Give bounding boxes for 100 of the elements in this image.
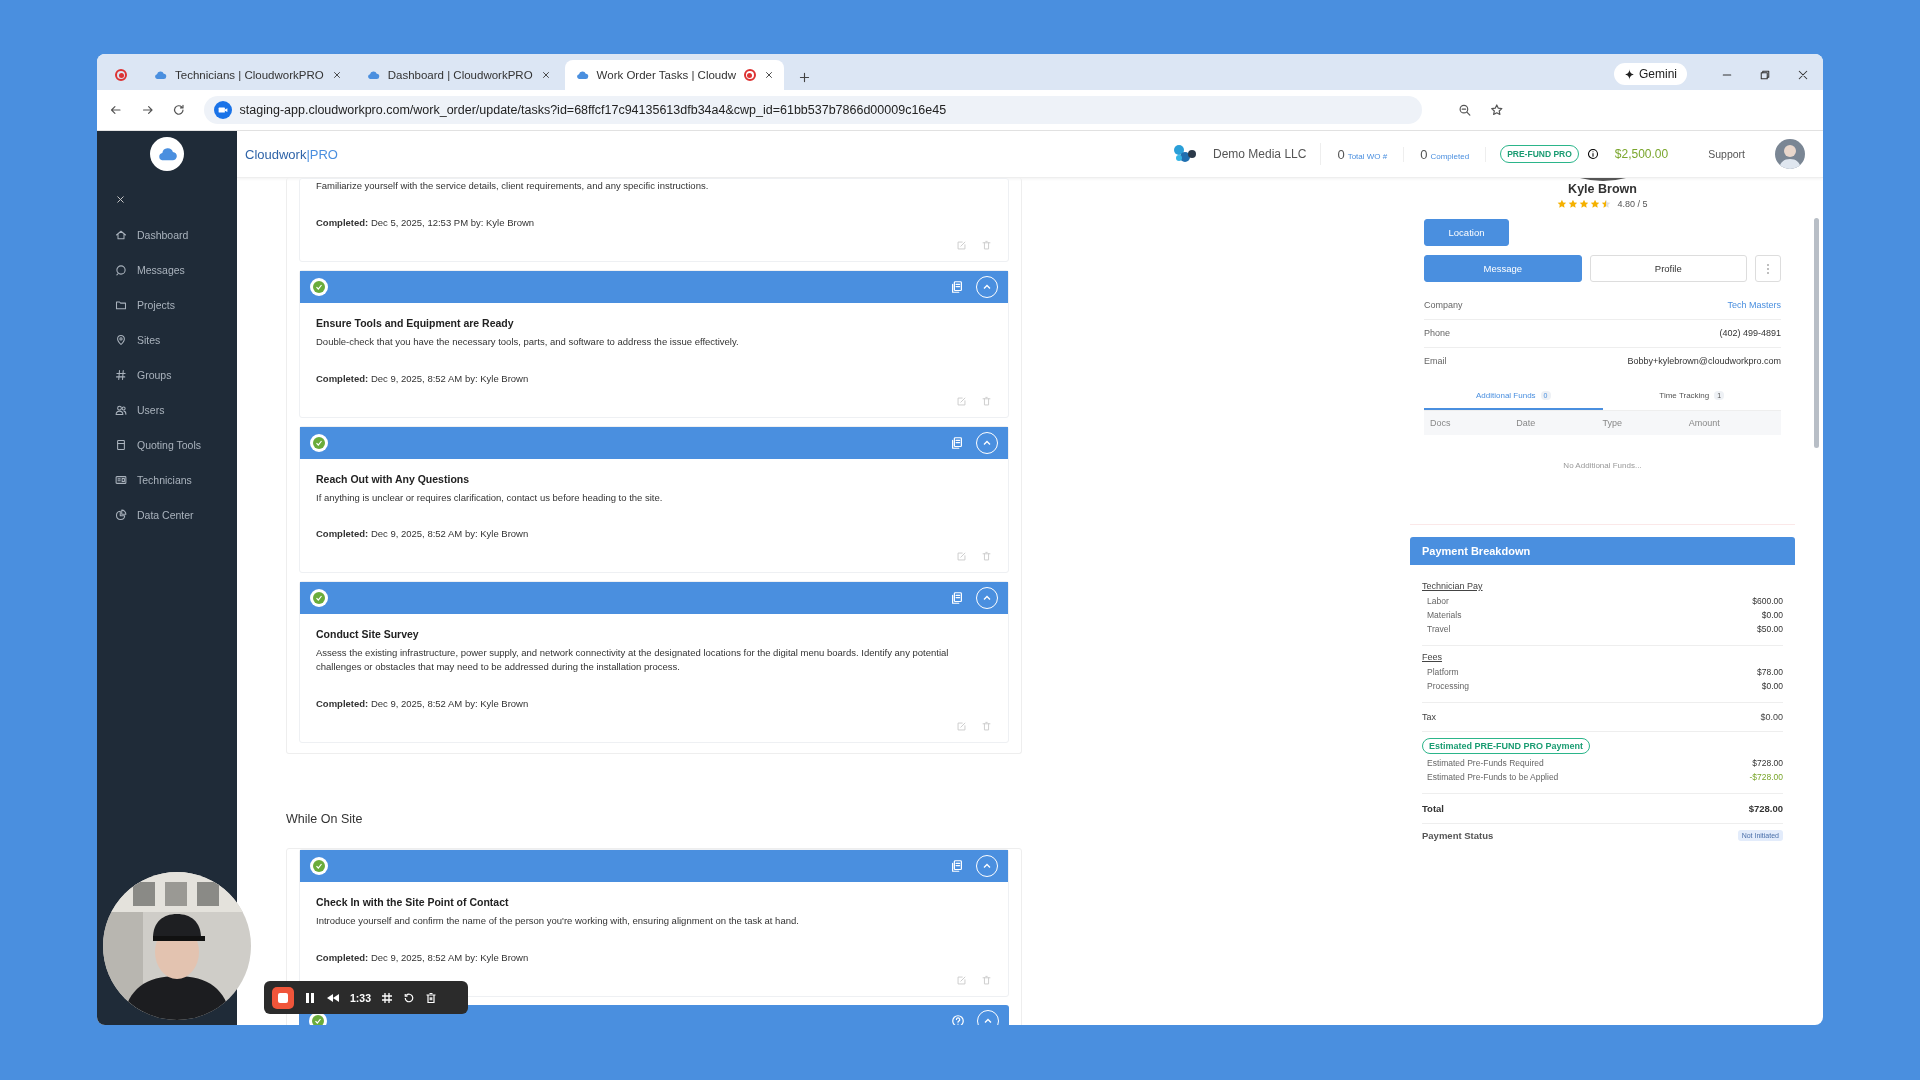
company-link[interactable]: Tech Masters [1727,300,1781,310]
line-item-amount: $728.00 [1752,758,1783,768]
sidebar-item[interactable]: Sites [97,322,237,357]
scrollbar-thumb[interactable] [1814,218,1819,448]
completed-text: Completed: Dec 9, 2025, 8:52 AM by: Kyle Brown [316,372,530,384]
status-label: Payment Status [1422,830,1494,841]
gemini-button[interactable]: Gemini [1614,63,1687,85]
edit-icon [956,974,967,986]
sidebar-item[interactable]: Dashboard [97,217,237,252]
total-label: Total [1422,803,1444,814]
tax-amount: $0.00 [1760,712,1783,722]
stat-label: Completed [1430,151,1470,161]
check-icon[interactable] [310,433,328,452]
trash-icon [981,974,992,986]
completed-text: Completed: Dec 9, 2025, 8:52 AM by: Kyle Brown [316,951,530,963]
line-item-label: Estimated Pre-Funds Required [1427,758,1544,768]
line-item-amount: -$728.00 [1749,772,1783,782]
technician-name: Kyle Brown [1568,182,1637,196]
browser-tab[interactable]: Work Order Tasks | Cloudw [564,60,784,90]
delete-button[interactable] [425,991,437,1004]
line-item-label: Labor [1427,596,1449,606]
group-heading: Fees [1422,652,1442,662]
task-description: Familiarize yourself with the service details, client requirements, and any specific instructions. [316,179,710,193]
close-icon [115,194,126,205]
edit-icon [956,239,967,251]
line-item-amount: $0.00 [1761,681,1783,691]
back-icon [109,103,123,117]
line-item-amount: $600.00 [1752,596,1783,606]
brand-logo[interactable]: Cloudwork|PRO [245,146,338,162]
task-description: Double-check that you have the necessary tools, parts, and software to address the issue effectively. [316,334,740,349]
task-description: Introduce yourself and confirm the name of the person you're working with, ensuring alignment on the task at hand. [316,913,800,928]
copy-icon [950,858,964,873]
sidebar-item[interactable]: Data Center [97,497,237,532]
sidebar-item[interactable]: Users [97,392,237,427]
restore-icon [1759,69,1771,81]
group-heading: Technician Pay [1422,581,1483,591]
info-icon [1586,148,1599,160]
avatar-icon[interactable] [1775,139,1805,169]
chat-icon [115,263,127,276]
stop-button[interactable] [272,986,294,1009]
zoom-icon [1458,103,1472,117]
browser-tab[interactable]: Technicians | CloudworkPRO [143,60,352,90]
line-item-label: Travel [1427,624,1451,634]
close-icon [331,70,342,80]
copy-icon [950,279,964,294]
info-value: Bobby+kylebrown@cloudworkpro.com [1627,356,1781,366]
calculator-icon [115,438,127,451]
new-tab-icon [797,71,811,84]
restart-button[interactable] [403,991,415,1004]
sidebar-item[interactable]: Messages [97,252,237,287]
trash-icon [981,720,992,732]
recording-icon [115,69,127,81]
grid-button[interactable] [381,991,393,1004]
trash-icon [981,551,992,563]
line-item-amount: $78.00 [1757,667,1783,677]
pause-button[interactable] [304,991,316,1004]
id-card-icon [115,473,127,486]
address-bar[interactable]: staging-app.cloudworkpro.com/work_order/update/tasks?id=68ffcf17c94135613dfb34a4&cwp_id=61bb537b7866d00009c16e45 [203,96,1422,124]
camera-icon [213,101,232,119]
task-title: Conduct Site Survey [316,628,420,641]
browser-tab[interactable]: Dashboard | CloudworkPRO [355,60,561,90]
line-item-amount: $50.00 [1757,624,1783,634]
edit-icon [956,720,967,732]
stat-count: 0 [1337,146,1345,162]
cloud-icon [153,68,167,82]
stat-count: 0 [1420,146,1428,162]
check-icon[interactable] [310,277,328,296]
logo-icon[interactable] [150,137,184,171]
info-label: Company [1424,300,1463,310]
pie-chart-icon [115,508,127,521]
support-link[interactable]: Support [1708,148,1745,160]
line-item-label: Platform [1427,667,1459,677]
balance-amount: $2,500.00 [1614,147,1669,161]
more-icon [1766,262,1770,275]
trash-icon [981,395,992,407]
bookmark-star-icon [1489,103,1504,117]
check-icon[interactable] [310,589,328,608]
check-icon[interactable] [310,856,328,875]
profile-button[interactable]: Profile [1589,255,1748,282]
info-label: Phone [1424,328,1451,338]
sparkle-icon [1624,68,1635,80]
section-title: While On Site [286,811,364,826]
recording-time: 1:33 [350,991,371,1004]
company-name: Demo Media LLC [1213,147,1307,161]
edit-icon [956,395,967,407]
line-item-label: Materials [1427,610,1462,620]
help-icon [951,1013,965,1025]
sidebar-item[interactable]: Quoting Tools [97,427,237,462]
users-icon [115,403,127,416]
home-icon [115,228,127,241]
stat-label: Total WO # [1347,151,1388,161]
trash-icon [981,239,992,251]
rating-text: 4.80 / 5 [1617,199,1648,209]
cloud-icon [365,68,380,82]
sidebar-item[interactable]: Technicians [97,462,237,497]
close-icon [763,70,774,80]
rewind-button[interactable] [326,992,340,1003]
sidebar-item[interactable]: Groups [97,357,237,392]
sidebar-item[interactable]: Projects [97,287,237,322]
folder-icon [115,298,127,311]
